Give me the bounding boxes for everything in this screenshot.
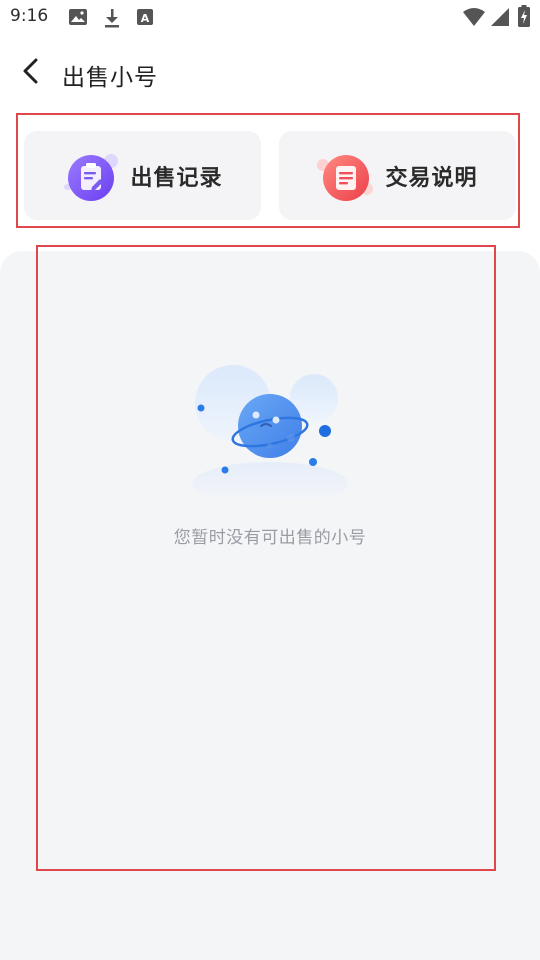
wifi-icon xyxy=(462,7,486,31)
signal-icon xyxy=(490,7,510,31)
nav-bar: 出售小号 xyxy=(0,48,540,96)
trade-info-icon xyxy=(317,147,375,205)
trade-info-label: 交易说明 xyxy=(385,165,478,191)
trade-info-button[interactable]: 交易说明 xyxy=(279,131,516,220)
battery-charging-icon xyxy=(518,5,530,31)
svg-text:A: A xyxy=(141,12,150,25)
sale-record-icon xyxy=(62,147,120,205)
image-icon xyxy=(68,8,88,30)
download-icon xyxy=(103,8,121,32)
page-title: 出售小号 xyxy=(62,65,158,91)
sale-record-button[interactable]: 出售记录 xyxy=(24,131,261,220)
chevron-left-icon xyxy=(21,58,41,88)
empty-state-message: 您暂时没有可出售的小号 xyxy=(173,528,367,548)
back-button[interactable] xyxy=(14,56,48,90)
status-time: 9:16 xyxy=(10,6,49,26)
sad-planet-icon xyxy=(188,358,352,506)
sale-record-label: 出售记录 xyxy=(130,165,223,191)
content-highlight-frame xyxy=(36,245,496,871)
screen: 9:16 A 出售小号 出售记录 交易说明 您暂时没有可出售的小号 xyxy=(0,0,540,960)
status-bar: 9:16 A xyxy=(0,0,540,36)
text-a-icon: A xyxy=(136,8,154,30)
